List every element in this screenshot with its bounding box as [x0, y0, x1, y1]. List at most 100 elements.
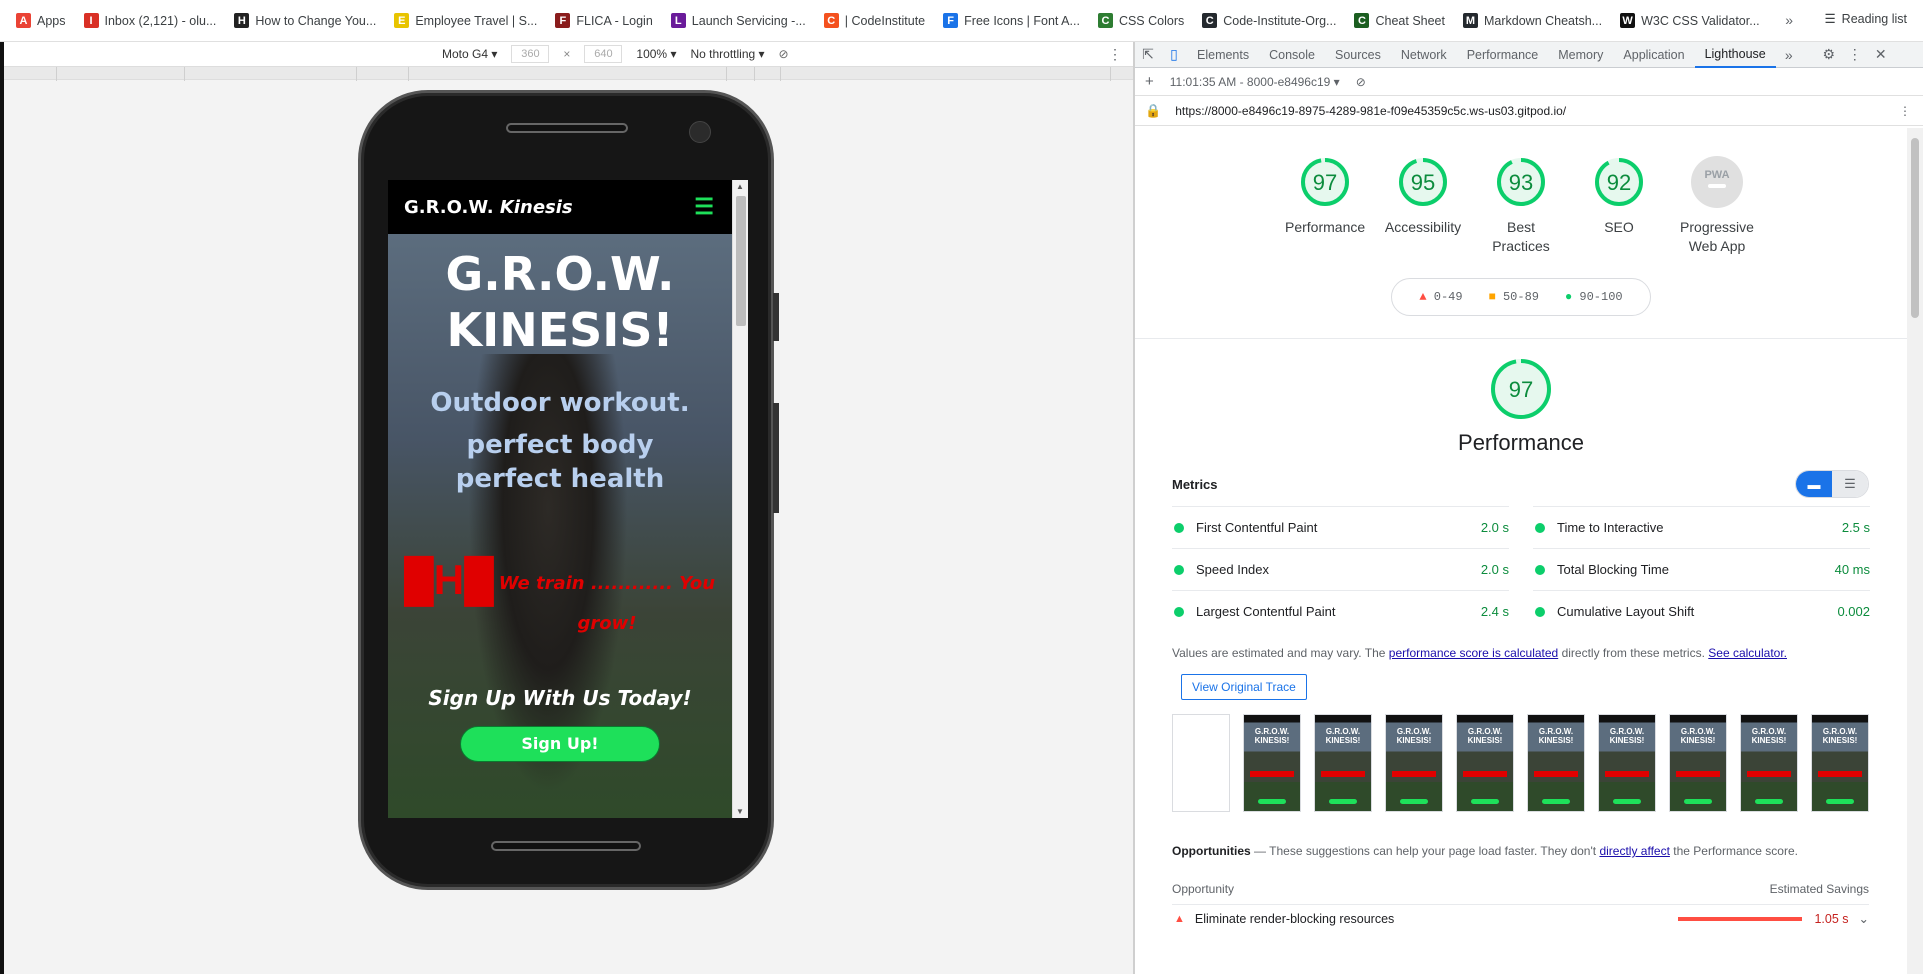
bookmark-item[interactable]: C | CodeInstitute — [823, 13, 925, 28]
report-scrollbar-thumb[interactable] — [1911, 138, 1919, 318]
score-gauge[interactable]: 97 Performance — [1285, 154, 1365, 256]
frame-button — [1684, 799, 1712, 804]
frame-title: G.R.O.W. KINESIS! — [1396, 727, 1432, 745]
bookmark-item[interactable]: C Cheat Sheet — [1354, 13, 1445, 28]
scroll-down-icon[interactable]: ▼ — [736, 807, 744, 816]
frame-motto — [1250, 771, 1294, 777]
phone-side-button — [773, 293, 779, 341]
score-gauge[interactable]: 92 SEO — [1579, 154, 1659, 256]
reading-list-button[interactable]: ☰ Reading list — [1824, 11, 1907, 27]
bookmark-item[interactable]: L Launch Servicing -... — [670, 13, 806, 28]
frame-title: G.R.O.W. KINESIS! — [1822, 727, 1858, 745]
clear-icon[interactable]: ⊘ — [1356, 75, 1366, 89]
metric-row: Total Blocking Time 40 ms — [1533, 548, 1870, 590]
site-navbar: G.R.O.W. Kinesis ☰ — [388, 180, 732, 234]
more-tabs-icon[interactable]: » — [1776, 47, 1802, 63]
filmstrip-frame: G.R.O.W. KINESIS! — [1385, 714, 1443, 812]
bookmark-item[interactable]: F Free Icons | Font A... — [943, 13, 1080, 28]
filmstrip-frame: G.R.O.W. KINESIS! — [1243, 714, 1301, 812]
frame-button — [1258, 799, 1286, 804]
throttling-select[interactable]: No throttling — [690, 47, 764, 61]
gmail-icon: I — [83, 13, 99, 28]
directly-affect-link[interactable]: directly affect — [1599, 844, 1669, 858]
tab-performance[interactable]: Performance — [1457, 42, 1549, 68]
hamburger-menu-icon[interactable]: ☰ — [694, 194, 714, 220]
filmstrip-frame-blank — [1172, 714, 1230, 812]
tab-memory[interactable]: Memory — [1548, 42, 1613, 68]
emulated-page: G.R.O.W. Kinesis ☰ G.R.O.W. KINESIS! Outd… — [388, 180, 732, 818]
bookmark-item[interactable]: A Apps — [16, 13, 66, 28]
signup-heading: Sign Up With Us Today! — [428, 686, 692, 710]
tab-network[interactable]: Network — [1391, 42, 1457, 68]
site-brand[interactable]: G.R.O.W. Kinesis — [404, 197, 573, 218]
more-options-icon[interactable]: ⋮ — [1108, 46, 1122, 63]
view-original-trace-button[interactable]: View Original Trace — [1181, 674, 1307, 700]
fail-triangle-icon: ▲ — [1174, 912, 1185, 925]
report-select[interactable]: 11:01:35 AM - 8000-e8496c19 ▾ — [1170, 75, 1340, 89]
media-query-ruler[interactable] — [0, 66, 1133, 81]
tab-sources[interactable]: Sources — [1325, 42, 1391, 68]
emulated-page-scrollbar[interactable]: ▲ ▼ — [732, 180, 748, 818]
bookmark-item[interactable]: W W3C CSS Validator... — [1620, 13, 1760, 28]
bookmark-label: Apps — [37, 13, 66, 28]
chevron-down-icon[interactable]: ⌄ — [1859, 911, 1869, 926]
performance-title: Performance — [1458, 430, 1584, 455]
device-toggle-icon[interactable]: ▯ — [1161, 46, 1187, 63]
width-input[interactable]: 360 — [511, 45, 550, 63]
bookmark-item[interactable]: E Employee Travel | S... — [394, 13, 537, 28]
scrollbar-thumb[interactable] — [736, 196, 746, 326]
bookmark-item[interactable]: H How to Change You... — [234, 13, 376, 28]
new-report-icon[interactable]: + — [1145, 73, 1154, 90]
bookmarks-overflow-icon[interactable]: » — [1785, 12, 1793, 28]
bookmark-item[interactable]: M Markdown Cheatsh... — [1462, 13, 1602, 28]
pwa-badge-icon: PWA — [1691, 156, 1743, 208]
tab-application[interactable]: Application — [1613, 42, 1694, 68]
devtools-menu-icon[interactable]: ⋮ — [1842, 46, 1868, 63]
see-calculator-link[interactable]: See calculator. — [1708, 646, 1787, 660]
bookmark-item[interactable]: C Code-Institute-Org... — [1202, 13, 1336, 28]
frame-button — [1826, 799, 1854, 804]
close-devtools-icon[interactable]: ✕ — [1868, 46, 1894, 63]
tab-console[interactable]: Console — [1259, 42, 1325, 68]
phone-volume-button — [773, 403, 779, 513]
tab-elements[interactable]: Elements — [1187, 42, 1259, 68]
bookmark-item[interactable]: C CSS Colors — [1097, 13, 1184, 28]
github-icon: C — [1202, 13, 1218, 28]
motto: █H█ We train ............ You grow! — [388, 558, 732, 644]
score-calculated-link[interactable]: performance score is calculated — [1389, 646, 1558, 660]
signup-button[interactable]: Sign Up! — [460, 726, 660, 762]
score-gauge[interactable]: 95 Accessibility — [1383, 154, 1463, 256]
expanded-view-icon[interactable]: ☰ — [1832, 471, 1868, 497]
bookmarks-bar: A Apps I Inbox (2,121) - olu... H How to Chan… — [0, 0, 1923, 42]
bookmark-item[interactable]: F FLICA - Login — [555, 13, 653, 28]
report-url[interactable]: https://8000-e8496c19-8975-4289-981e-f09… — [1175, 104, 1566, 118]
score-gauge[interactable]: 93 Best Practices — [1481, 154, 1561, 256]
metric-value: 2.0 s — [1480, 562, 1509, 577]
l-icon: L — [670, 13, 686, 28]
bookmark-item[interactable]: I Inbox (2,121) - olu... — [83, 13, 216, 28]
frame-title: G.R.O.W. KINESIS! — [1254, 727, 1290, 745]
frame-button — [1542, 799, 1570, 804]
report-scrollbar[interactable] — [1907, 128, 1923, 974]
pwa-gauge[interactable]: PWA Progressive Web App — [1677, 154, 1757, 256]
w3c-icon: W — [1620, 13, 1636, 28]
compact-view-icon[interactable]: ▬ — [1796, 471, 1832, 497]
b-icon: H — [234, 13, 250, 28]
scroll-up-icon[interactable]: ▲ — [736, 182, 744, 191]
height-input[interactable]: 640 — [584, 45, 623, 63]
codeinstitute-icon: C — [823, 13, 839, 28]
legend-pass: ● 90-100 — [1565, 290, 1623, 304]
metric-value: 2.5 s — [1841, 520, 1870, 535]
opportunity-row[interactable]: ▲ Eliminate render-blocking resources 1.… — [1172, 904, 1869, 932]
pass-dot-icon — [1174, 564, 1184, 575]
report-menu-icon[interactable]: ⋮ — [1899, 104, 1911, 118]
metrics-view-toggle[interactable]: ▬ ☰ — [1795, 470, 1869, 498]
performance-header: 97 Performance — [1135, 339, 1907, 456]
pass-dot-icon — [1535, 606, 1545, 617]
rotate-icon[interactable]: ⊘ — [779, 47, 789, 61]
tab-lighthouse[interactable]: Lighthouse — [1694, 42, 1776, 68]
device-select[interactable]: Moto G4 — [442, 47, 497, 61]
settings-icon[interactable]: ⚙ — [1816, 46, 1842, 63]
zoom-select[interactable]: 100% — [636, 47, 676, 61]
inspect-element-icon[interactable]: ⇱ — [1135, 46, 1161, 63]
